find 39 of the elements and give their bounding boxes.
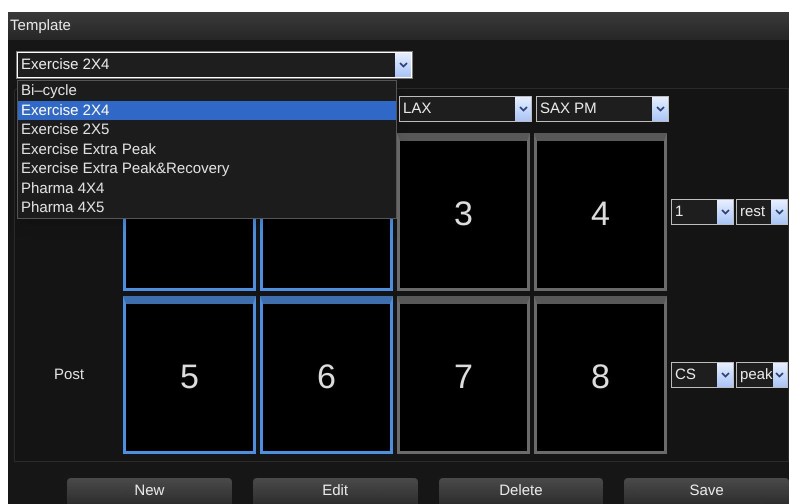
tile[interactable]: 6 [260,296,393,454]
chevron-down-icon [720,209,730,215]
chevron-down-icon [398,62,408,68]
chevron-down-icon [774,209,784,215]
window-title: Template [8,12,789,40]
action-button[interactable]: Edit [252,478,418,504]
option-select[interactable]: CS [671,362,734,388]
tile-number: 8 [591,357,610,398]
dropdown-option[interactable]: Exercise 2X5 [18,120,396,140]
option-select[interactable]: peak [736,362,788,388]
template-select[interactable]: Exercise 2X4 [17,52,412,78]
tile[interactable]: 7 [397,296,530,454]
dropdown-option[interactable]: Exercise Extra Peak [18,140,396,159]
tile-number: 4 [591,194,610,235]
tile[interactable]: 8 [534,296,667,454]
row-label: Post [54,366,84,383]
tile[interactable]: 5 [123,296,256,454]
tile-number: 3 [454,194,473,235]
tile-number: 7 [454,357,473,398]
action-button[interactable]: Save [624,478,789,504]
dropdown-option[interactable]: Exercise Extra Peak&Recovery [18,159,396,178]
tile[interactable]: 3 [397,133,530,291]
chevron-down-icon [720,372,730,378]
dropdown-option[interactable]: Pharma 4X5 [18,198,396,218]
action-button[interactable]: Delete [438,478,604,504]
view-select[interactable]: SAX PM [536,96,669,122]
tile-number: 6 [317,357,336,398]
option-select[interactable]: 1 [671,199,734,225]
tile[interactable]: 4 [534,133,667,291]
chevron-down-icon [656,106,664,112]
dropdown-option[interactable]: Exercise 2X4 [18,100,396,120]
dropdown-option[interactable]: Bi–cycle [18,81,396,100]
tile-number: 5 [180,357,199,398]
option-select[interactable]: rest [736,199,788,225]
chevron-down-icon [775,372,784,378]
view-select[interactable]: LAX [399,96,532,122]
action-button[interactable]: New [67,478,232,504]
chevron-down-icon [518,106,528,112]
dropdown-option[interactable]: Pharma 4X4 [18,178,396,198]
